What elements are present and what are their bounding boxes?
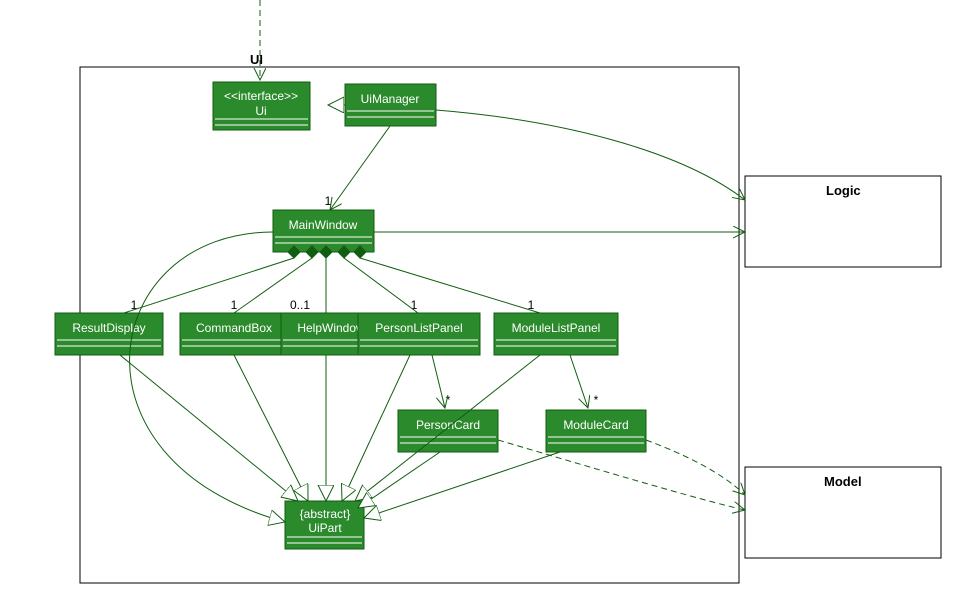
personlistpanel-to-personcard [432, 355, 445, 408]
svg-text:<<interface>>: <<interface>> [224, 89, 298, 103]
logic-package-label: Logic [826, 183, 861, 198]
modulecard-to-model-dependency [646, 440, 745, 495]
svg-text:ResultDisplay: ResultDisplay [72, 321, 145, 335]
mainwindow-extends-uipart [130, 232, 285, 522]
svg-text:PersonCard: PersonCard [416, 418, 480, 432]
mult-mainwindow: 1 [325, 194, 332, 208]
class-ui: <<interface>> Ui [213, 82, 310, 130]
class-commandbox: CommandBox [180, 313, 288, 355]
uimanager-to-logic [436, 110, 745, 200]
personcard-extends-uipart [358, 452, 440, 508]
svg-text:PersonListPanel: PersonListPanel [375, 321, 462, 335]
mw-comp-modulelistpanel [360, 258, 540, 313]
mult-helpwindow: 0..1 [290, 298, 310, 312]
svg-text:HelpWindow: HelpWindow [297, 321, 365, 335]
class-personcard: PersonCard [398, 410, 498, 452]
svg-text:CommandBox: CommandBox [196, 321, 272, 335]
model-package-label: Model [824, 474, 862, 489]
svg-text:Ui: Ui [255, 104, 266, 118]
svg-text:ModuleCard: ModuleCard [563, 418, 628, 432]
class-resultdisplay: ResultDisplay [55, 313, 163, 355]
modulelistpanel-extends-uipart [355, 355, 540, 501]
svg-text:ModuleListPanel: ModuleListPanel [512, 321, 601, 335]
svg-text:MainWindow: MainWindow [289, 218, 358, 232]
mw-comp-personlistpanel [344, 258, 418, 313]
svg-text:UiManager: UiManager [361, 92, 420, 106]
svg-text:{abstract}: {abstract} [300, 507, 351, 521]
svg-text:UiPart: UiPart [308, 521, 342, 535]
class-uimanager: UiManager [345, 84, 436, 126]
mw-comp-resultdisplay [124, 258, 294, 313]
class-modulelistpanel: ModuleListPanel [494, 313, 618, 355]
mult-modulecard: * [594, 393, 599, 407]
modulelistpanel-to-modulecard [570, 355, 588, 408]
uimanager-to-mainwindow [330, 126, 390, 210]
mult-personcard: * [446, 393, 451, 407]
ui-package-label: UI [250, 52, 263, 67]
class-personlistpanel: PersonListPanel [358, 313, 480, 355]
modulecard-extends-uipart [364, 452, 560, 518]
class-mainwindow: MainWindow [273, 210, 374, 252]
class-uipart: {abstract} UiPart [285, 501, 364, 549]
class-modulecard: ModuleCard [546, 410, 646, 452]
mult-commandbox: 1 [231, 298, 238, 312]
